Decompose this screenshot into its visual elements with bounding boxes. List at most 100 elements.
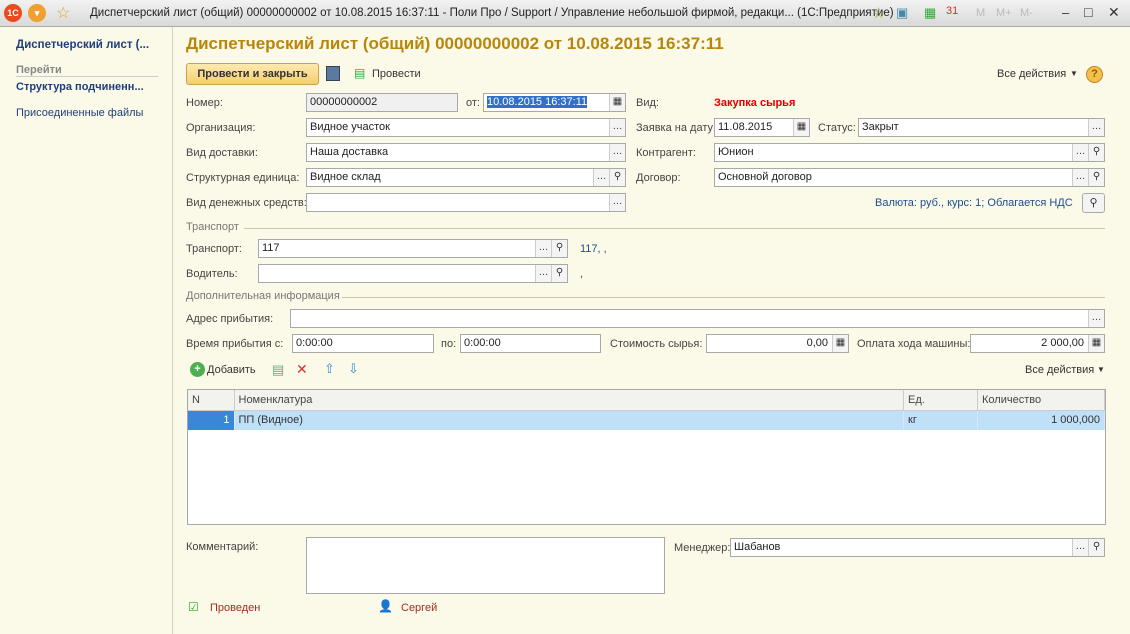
transport-value: 117 (262, 242, 280, 254)
add-favorite-icon[interactable]: ☆ (872, 4, 885, 22)
author: Сергей (401, 602, 438, 614)
delivery-field[interactable]: Наша доставка … (306, 143, 626, 162)
close-icon[interactable]: ✕ (1108, 4, 1120, 21)
time-from-label: Время прибытия с: (186, 338, 284, 350)
time-to-field[interactable]: 0:00:00 (460, 334, 601, 353)
col-item[interactable]: Номенклатура (234, 390, 904, 411)
menu-icon[interactable]: ▾ (28, 4, 46, 22)
unit-field[interactable]: Видное склад … ⚲ (306, 168, 626, 187)
time-to-label: по: (441, 338, 457, 350)
add-row-button[interactable]: Добавить (207, 364, 256, 376)
number-field[interactable]: 00000000002 (306, 93, 458, 112)
manager-label: Менеджер: (674, 542, 731, 554)
post-and-close-button[interactable]: Провести и закрыть (186, 63, 319, 85)
select-button[interactable]: … (1072, 169, 1088, 186)
select-button[interactable]: … (609, 144, 625, 161)
run-pay-field[interactable]: 2 000,00 ▦ (970, 334, 1105, 353)
add-icon[interactable]: + (190, 362, 205, 377)
calculator-icon[interactable]: ▦ (1088, 335, 1104, 352)
select-button[interactable]: … (593, 169, 609, 186)
calendar-icon[interactable]: ▦ (793, 119, 809, 136)
post-button[interactable]: Провести (372, 68, 421, 80)
post-icon[interactable]: ▤ (354, 66, 365, 80)
maximize-icon[interactable]: □ (1084, 4, 1092, 20)
select-button[interactable]: … (609, 194, 625, 211)
search-icon[interactable]: ⚲ (1088, 144, 1104, 161)
driver-info: , (580, 268, 584, 280)
search-icon[interactable]: ⚲ (1088, 169, 1104, 186)
items-table[interactable]: N Номенклатура Ед. Количество 1 ПП (Видн… (187, 389, 1106, 525)
save-icon[interactable] (326, 66, 340, 81)
move-down-icon[interactable]: ⇩ (348, 361, 359, 377)
transport-field[interactable]: 117 … ⚲ (258, 239, 568, 258)
search-icon[interactable]: ⚲ (551, 265, 567, 282)
manager-field[interactable]: Шабанов … ⚲ (730, 538, 1105, 557)
search-icon[interactable]: ⚲ (609, 169, 625, 186)
move-up-icon[interactable]: ⇧ (324, 361, 335, 377)
select-button[interactable]: … (1088, 119, 1104, 136)
bookmark-icon[interactable]: ▣ (896, 5, 908, 21)
currency-search-button[interactable]: ⚲ (1082, 193, 1105, 213)
req-date-field[interactable]: 11.08.2015 ▦ (714, 118, 810, 137)
address-field[interactable]: … (290, 309, 1105, 328)
kind-label: Вид: (636, 97, 659, 109)
minimize-icon[interactable]: – (1062, 5, 1069, 20)
transport-info[interactable]: 117, , (580, 243, 607, 255)
org-field[interactable]: Видное участок … (306, 118, 626, 137)
raw-cost-field[interactable]: 0,00 ▦ (706, 334, 849, 353)
address-label: Адрес прибытия: (186, 313, 274, 325)
memory-m[interactable]: M (976, 7, 985, 19)
search-icon[interactable]: ⚲ (551, 240, 567, 257)
counterparty-field[interactable]: Юнион … ⚲ (714, 143, 1105, 162)
1c-logo-icon[interactable]: 1C (4, 4, 22, 22)
delivery-value: Наша доставка (310, 146, 389, 158)
status-field[interactable]: Закрыт… (858, 118, 1105, 137)
manager-value: Шабанов (734, 541, 781, 553)
calendar-icon[interactable]: 31 (946, 5, 958, 17)
posted-icon: ☑ (188, 600, 199, 614)
driver-field[interactable]: … ⚲ (258, 264, 568, 283)
copy-row-icon[interactable]: ▤ (272, 362, 284, 378)
search-icon[interactable]: ⚲ (1088, 539, 1104, 556)
favorites-star-icon[interactable]: ☆ (56, 3, 70, 23)
memory-m-minus[interactable]: M- (1020, 7, 1033, 19)
title-bar: 1C ▾ ☆ Диспетчерский лист (общий) 000000… (0, 0, 1130, 27)
select-button[interactable]: … (535, 240, 551, 257)
all-actions-button[interactable]: Все действия (997, 68, 1066, 80)
sidebar-current[interactable]: Диспетчерский лист (... (16, 39, 149, 51)
time-from-field[interactable]: 0:00:00 (292, 334, 434, 353)
cell-item[interactable]: ПП (Видное) (234, 410, 904, 430)
select-button[interactable]: … (1072, 144, 1088, 161)
calculator-icon[interactable]: ▦ (832, 335, 848, 352)
extra-section: Дополнительная информация (186, 290, 340, 302)
table-all-actions-button[interactable]: Все действия (1025, 364, 1094, 376)
sidebar: Диспетчерский лист (... Перейти Структур… (0, 27, 173, 634)
select-button[interactable]: … (535, 265, 551, 282)
unit-label: Структурная единица: (186, 172, 300, 184)
select-button[interactable]: … (1072, 539, 1088, 556)
col-n[interactable]: N (188, 390, 235, 411)
table-row[interactable]: 1 ПП (Видное) кг 1 000,000 (188, 410, 1105, 430)
org-value: Видное участок (310, 121, 390, 133)
memory-m-plus[interactable]: M+ (996, 7, 1012, 19)
calendar-icon[interactable]: ▦ (609, 94, 625, 111)
calculator-icon[interactable]: ▦ (924, 5, 936, 21)
select-button[interactable]: … (609, 119, 625, 136)
currency-info-link[interactable]: Валюта: руб., курс: 1; Облагается НДС (875, 197, 1073, 209)
cell-qty[interactable]: 1 000,000 (977, 410, 1105, 430)
sidebar-item-attached-files[interactable]: Присоединенные файлы (16, 107, 143, 119)
cell-unit[interactable]: кг (903, 410, 978, 430)
comment-field[interactable] (306, 537, 665, 594)
cash-field[interactable]: … (306, 193, 626, 212)
date-field[interactable]: 10.08.2015 16:37:11 ▦ (483, 93, 626, 112)
col-qty[interactable]: Количество (977, 390, 1105, 411)
select-button[interactable]: … (1088, 310, 1104, 327)
help-button[interactable]: ? (1086, 66, 1103, 83)
sidebar-item-subordination[interactable]: Структура подчиненн... (16, 81, 144, 93)
org-label: Организация: (186, 122, 256, 134)
cell-n[interactable]: 1 (188, 410, 235, 430)
contract-field[interactable]: Основной договор … ⚲ (714, 168, 1105, 187)
delete-row-icon[interactable]: ✕ (296, 361, 308, 378)
raw-cost-label: Стоимость сырья: (610, 338, 703, 350)
col-unit[interactable]: Ед. (903, 390, 978, 411)
